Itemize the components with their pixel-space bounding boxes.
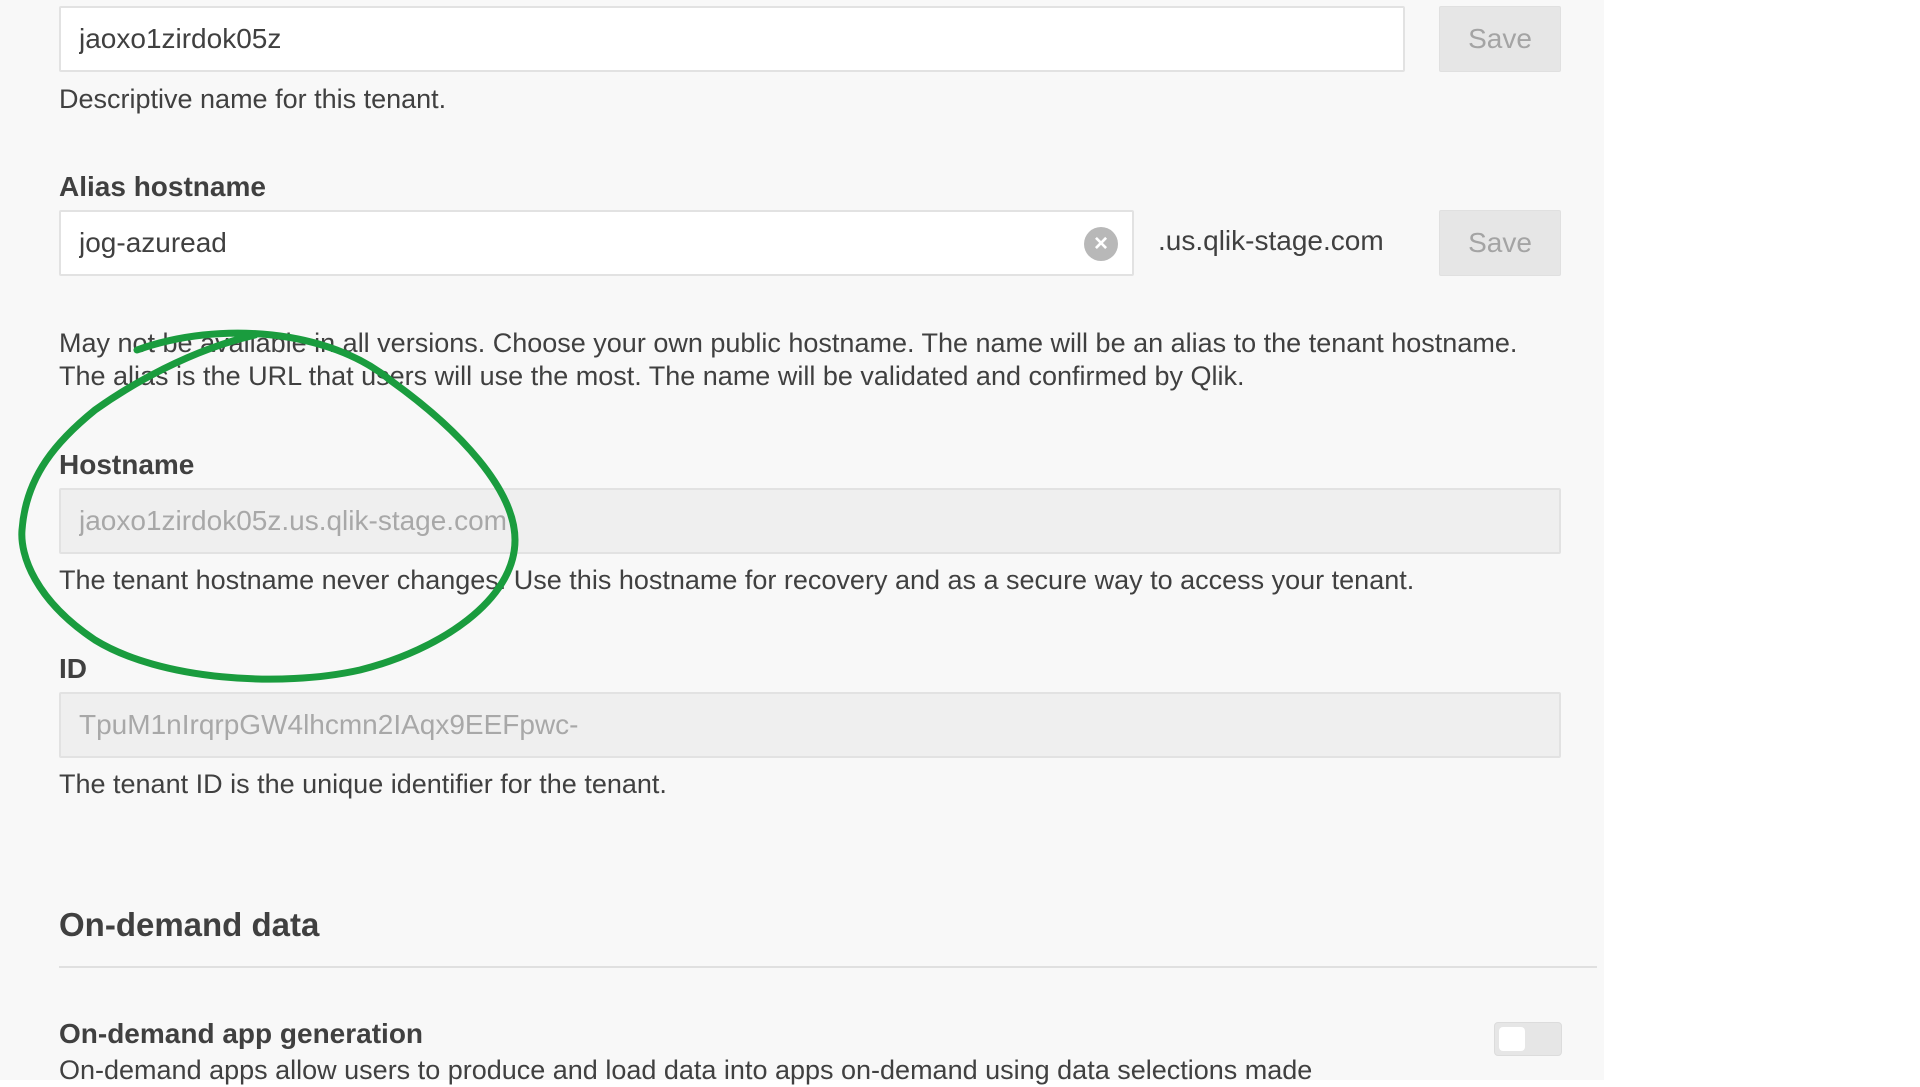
hostname-label: Hostname bbox=[59, 449, 195, 480]
tenant-name-help: Descriptive name for this tenant. bbox=[59, 84, 447, 114]
section-divider bbox=[59, 966, 1597, 968]
alias-domain-suffix: .us.qlik-stage.com bbox=[1158, 225, 1384, 256]
tenant-id-field bbox=[59, 692, 1561, 758]
toggle-knob bbox=[1499, 1027, 1525, 1051]
tenant-name-input[interactable] bbox=[59, 6, 1405, 72]
settings-panel: Save Descriptive name for this tenant. A… bbox=[0, 0, 1604, 1085]
tenant-id-label: ID bbox=[59, 653, 87, 684]
on-demand-app-generation-label: On-demand app generation bbox=[59, 1018, 424, 1049]
alias-help-line-1: May not be available in all versions. Ch… bbox=[59, 328, 1518, 358]
tenant-name-save-button[interactable]: Save bbox=[1439, 6, 1561, 72]
clear-icon[interactable]: × bbox=[1084, 227, 1118, 261]
hostname-help: The tenant hostname never changes. Use t… bbox=[59, 565, 1415, 595]
on-demand-app-generation-help: On-demand apps allow users to produce an… bbox=[59, 1055, 1313, 1085]
on-demand-section-heading: On-demand data bbox=[59, 906, 320, 943]
tenant-id-help: The tenant ID is the unique identifier f… bbox=[59, 769, 667, 799]
alias-hostname-label: Alias hostname bbox=[59, 171, 266, 202]
alias-save-button[interactable]: Save bbox=[1439, 210, 1561, 276]
alias-hostname-input[interactable] bbox=[59, 210, 1134, 276]
hostname-field bbox=[59, 488, 1561, 554]
alias-help-line-2: The alias is the URL that users will use… bbox=[59, 361, 1245, 391]
on-demand-app-generation-toggle[interactable] bbox=[1494, 1022, 1562, 1056]
